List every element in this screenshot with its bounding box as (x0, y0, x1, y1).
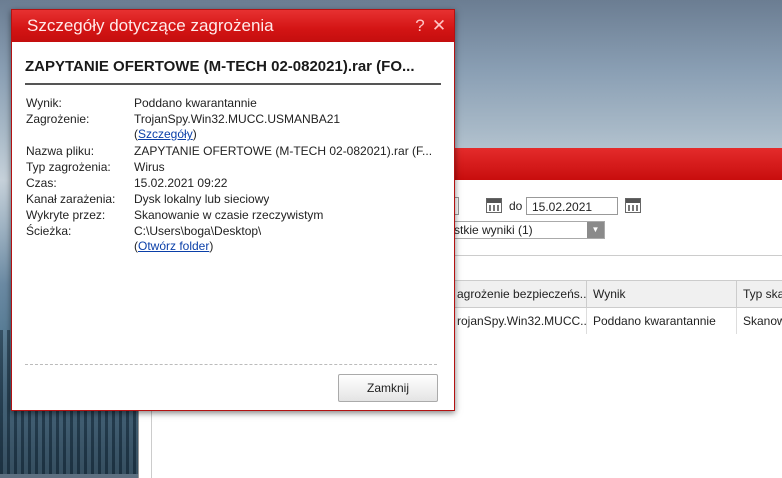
date-to-input[interactable]: 15.02.2021 (526, 197, 618, 215)
threat-details-dialog: Szczegóły dotyczące zagrożenia ? ✕ ZAPYT… (11, 9, 455, 411)
result-value: Poddano kwarantannie (134, 96, 257, 110)
results-table-header: agrożenie bezpieczeńs... Wynik Typ ska (451, 280, 782, 308)
time-value: 15.02.2021 09:22 (134, 176, 228, 190)
close-button[interactable]: Zamknij (338, 374, 438, 402)
calendar-from-icon[interactable] (486, 198, 502, 213)
detected-by-value: Skanowanie w czasie rzeczywistym (134, 208, 324, 222)
close-icon[interactable]: ✕ (431, 16, 447, 36)
open-folder-link[interactable]: Otwórz folder (138, 239, 209, 253)
path-label: Ścieżka: (26, 224, 72, 238)
threat-type-label: Typ zagrożenia: (26, 160, 111, 174)
details-link[interactable]: Szczegóły (138, 127, 193, 141)
threat-label: Zagrożenie: (26, 112, 90, 126)
details-link-wrapper: (Szczegóły) (134, 127, 197, 141)
threat-value: TrojanSpy.Win32.MUCC.USMANBA21 (134, 112, 341, 126)
threat-file-heading: ZAPYTANIE OFERTOWE (M-TECH 02-082021).ra… (25, 58, 415, 75)
help-icon[interactable]: ? (412, 16, 428, 36)
dialog-title: Szczegóły dotyczące zagrożenia (27, 16, 274, 35)
heading-divider (25, 83, 441, 85)
threat-type-value: Wirus (134, 160, 165, 174)
cell-result: Poddano kwarantannie (587, 308, 737, 334)
time-label: Czas: (26, 176, 57, 190)
open-folder-link-wrapper: (Otwórz folder) (134, 239, 214, 253)
cell-threat: rojanSpy.Win32.MUCC... (451, 308, 587, 334)
infection-channel-value: Dysk lokalny lub sieciowy (134, 192, 270, 206)
column-header-threat[interactable]: agrożenie bezpieczeńs... (451, 281, 587, 307)
filename-label: Nazwa pliku: (26, 144, 95, 158)
dialog-title-bar[interactable]: Szczegóły dotyczące zagrożenia ? ✕ (12, 10, 454, 42)
footer-divider (25, 364, 437, 365)
divider (451, 255, 782, 256)
detected-by-label: Wykryte przez: (26, 208, 106, 222)
filename-value: ZAPYTANIE OFERTOWE (M-TECH 02-082021).ra… (134, 144, 433, 158)
infection-channel-label: Kanał zarażenia: (26, 192, 116, 206)
calendar-to-icon[interactable] (625, 198, 641, 213)
date-to-label: do (509, 199, 523, 213)
cell-scan-type: Skanow (743, 314, 782, 328)
column-header-scan-type[interactable]: Typ ska (737, 281, 782, 307)
path-value: C:\Users\boga\Desktop\ (134, 224, 262, 238)
column-header-result[interactable]: Wynik (587, 281, 737, 307)
chevron-down-icon: ▼ (587, 222, 604, 238)
result-label: Wynik: (26, 96, 62, 110)
result-filter-select[interactable]: stkie wyniki (1) ▼ (449, 221, 605, 239)
